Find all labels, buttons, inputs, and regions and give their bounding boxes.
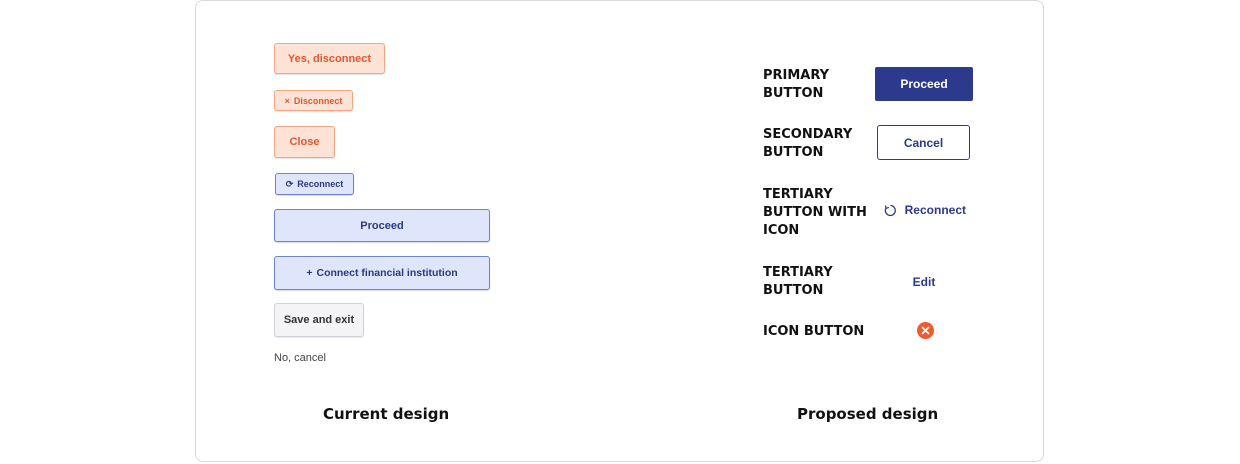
no-cancel-link[interactable]: No, cancel [274,352,326,364]
current-design-caption: Current design [323,405,450,423]
secondary-cancel-label: Cancel [903,135,944,150]
plus-icon: + [306,267,313,279]
tertiary-edit-label: Edit [912,275,936,289]
icon-button-label: ICON BUTTON [763,324,865,339]
disconnect-button[interactable]: × Disconnect [274,90,353,111]
connect-label: Connect financial institution [316,267,458,279]
proceed-button[interactable]: Proceed [274,209,490,242]
primary-button-label: PRIMARY BUTTON [763,68,830,101]
save-and-exit-label: Save and exit [283,314,355,326]
save-and-exit-button[interactable]: Save and exit [274,303,364,337]
yes-disconnect-label: Yes, disconnect [287,52,372,65]
yes-disconnect-button[interactable]: Yes, disconnect [274,43,385,74]
refresh-icon: ⟳ [285,178,294,189]
connect-financial-institution-button[interactable]: + Connect financial institution [274,256,490,290]
reconnect-button[interactable]: ⟳ Reconnect [275,173,354,195]
proposed-design-caption: Proposed design [797,405,939,423]
close-label: Close [289,136,320,148]
clear-circle-icon [921,326,930,335]
secondary-button-label: SECONDARY BUTTON [763,127,853,160]
tertiary-edit-button[interactable]: Edit [906,272,942,292]
primary-proceed-label: Proceed [900,77,948,91]
close-icon: × [284,95,290,106]
tertiary-icon-button-label: TERTIARY BUTTON WITH ICON [763,187,867,238]
disconnect-label: Disconnect [293,95,343,106]
refresh-icon [884,204,896,216]
clear-circle-icon-button[interactable] [917,322,934,339]
reconnect-label: Reconnect [297,179,344,189]
comparison-card: Yes, disconnect × Disconnect Close ⟳ Rec… [195,0,1044,462]
proceed-label: Proceed [360,219,404,232]
tertiary-reconnect-label: Reconnect [904,203,966,217]
secondary-cancel-button[interactable]: Cancel [877,125,970,160]
tertiary-reconnect-button[interactable]: Reconnect [884,200,966,220]
close-button[interactable]: Close [274,126,335,158]
tertiary-button-label: TERTIARY BUTTON [763,265,833,298]
primary-proceed-button[interactable]: Proceed [875,67,973,101]
